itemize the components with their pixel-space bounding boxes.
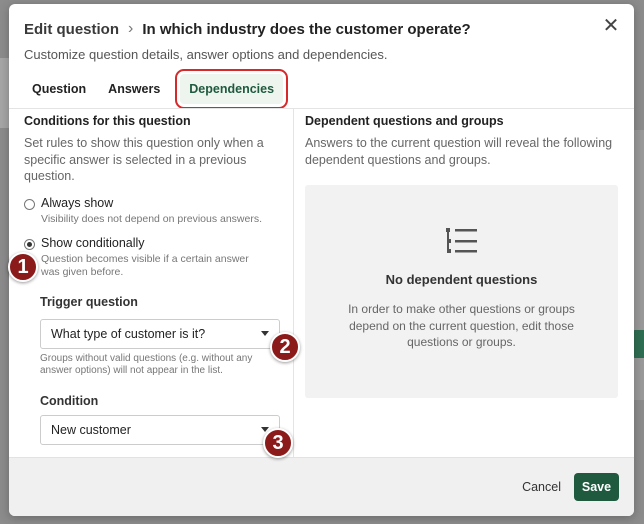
always-show-label: Always show (41, 195, 114, 210)
annotation-marker-1: 1 (8, 252, 38, 282)
conditions-heading: Conditions for this question (24, 114, 191, 128)
conditions-description: Set rules to show this question only whe… (24, 136, 264, 183)
condition-label: Condition (40, 393, 99, 408)
always-show-sub: Visibility does not depend on previous a… (41, 212, 263, 225)
trigger-question-label: Trigger question (40, 294, 138, 309)
show-conditionally-option[interactable]: Show conditionally Question becomes visi… (24, 236, 284, 279)
show-conditionally-sub: Question becomes visible if a certain an… (41, 252, 249, 278)
show-conditionally-label: Show conditionally (41, 235, 145, 250)
trigger-question-select[interactable]: What type of customer is it? (40, 318, 280, 349)
always-show-radio[interactable] (24, 198, 35, 210)
cancel-button[interactable]: Cancel (522, 480, 561, 494)
show-conditionally-radio[interactable] (24, 238, 35, 250)
list-tree-icon (445, 227, 479, 260)
annotation-marker-3: 3 (263, 428, 293, 458)
column-divider (293, 109, 294, 457)
caret-down-icon (261, 331, 269, 336)
always-show-option[interactable]: Always show Visibility does not depend o… (24, 196, 284, 226)
condition-select[interactable]: New customer (40, 414, 280, 445)
tab-bar: Question Answers Dependencies (24, 69, 289, 109)
edit-question-dialog: Edit question › In which industry does t… (9, 4, 634, 516)
dialog-title: In which industry does the customer oper… (142, 20, 471, 38)
dialog-footer: Cancel Save (9, 457, 634, 516)
condition-value: New customer (51, 422, 131, 437)
tab-question[interactable]: Question (24, 74, 94, 104)
close-icon[interactable]: ✕ (601, 15, 621, 37)
dialog-subtitle: Customize question details, answer optio… (24, 47, 388, 62)
trigger-question-value: What type of customer is it? (51, 326, 206, 341)
chevron-right-icon: › (128, 20, 134, 37)
empty-state-text: In order to make other questions or grou… (348, 302, 575, 349)
dependents-heading: Dependent questions and groups (305, 114, 504, 128)
conditions-panel: Conditions for this question Set rules t… (24, 114, 284, 445)
tab-divider (9, 108, 634, 109)
dependents-panel: Dependent questions and groups Answers t… (305, 114, 619, 168)
trigger-question-hint: Groups without valid questions (e.g. wit… (40, 352, 253, 377)
annotation-marker-2: 2 (270, 332, 300, 362)
breadcrumb-edit-question[interactable]: Edit question (24, 21, 119, 38)
tab-dependencies[interactable]: Dependencies (175, 69, 289, 109)
tab-answers[interactable]: Answers (100, 74, 168, 104)
dependents-description: Answers to the current question will rev… (305, 136, 613, 167)
empty-state: No dependent questions In order to make … (305, 185, 618, 398)
save-button[interactable]: Save (574, 473, 619, 501)
dialog-header: Edit question › In which industry does t… (24, 20, 594, 38)
empty-state-title: No dependent questions (385, 272, 538, 287)
